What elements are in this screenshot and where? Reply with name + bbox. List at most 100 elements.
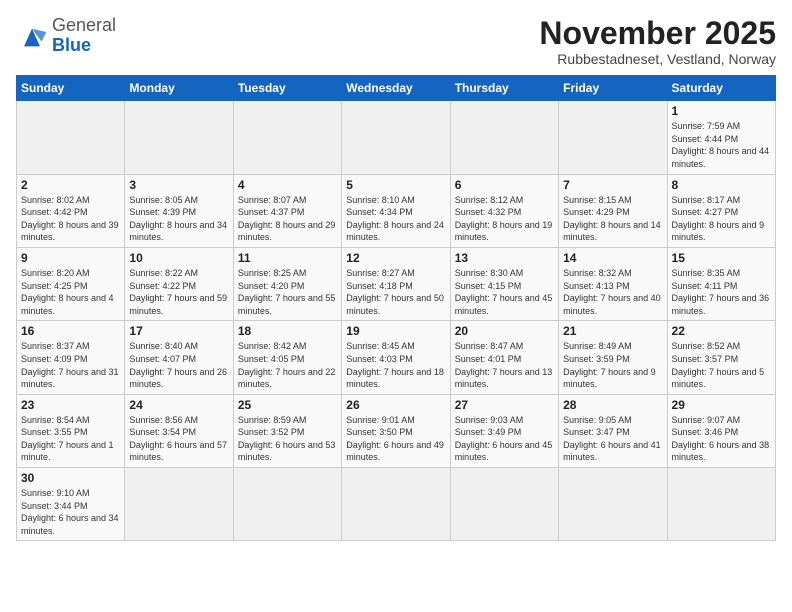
table-row: 21Sunrise: 8:49 AM Sunset: 3:59 PM Dayli… (559, 321, 667, 394)
location: Rubbestadneset, Vestland, Norway (539, 51, 776, 67)
day-info: Sunrise: 9:05 AM Sunset: 3:47 PM Dayligh… (563, 414, 662, 464)
day-info: Sunrise: 8:47 AM Sunset: 4:01 PM Dayligh… (455, 340, 554, 390)
calendar-header-row: Sunday Monday Tuesday Wednesday Thursday… (17, 76, 776, 101)
day-info: Sunrise: 8:56 AM Sunset: 3:54 PM Dayligh… (129, 414, 228, 464)
day-info: Sunrise: 8:25 AM Sunset: 4:20 PM Dayligh… (238, 267, 337, 317)
col-sunday: Sunday (17, 76, 125, 101)
day-number: 27 (455, 398, 554, 412)
day-number: 3 (129, 178, 228, 192)
day-number: 17 (129, 324, 228, 338)
table-row (17, 101, 125, 174)
table-row: 8 Sunrise: 8:17 AM Sunset: 4:27 PM Daylig… (667, 174, 775, 247)
table-row: 20 Sunrise: 8:47 AM Sunset: 4:01 PM Dayli… (450, 321, 558, 394)
day-number: 15 (672, 251, 771, 265)
day-info: Sunrise: 8:45 AM Sunset: 4:03 PM Dayligh… (346, 340, 445, 390)
table-row: 24 Sunrise: 8:56 AM Sunset: 3:54 PM Dayli… (125, 394, 233, 467)
day-number: 16 (21, 324, 120, 338)
generalblue-logo-icon (16, 24, 48, 48)
day-number: 29 (672, 398, 771, 412)
day-info: Sunrise: 8:27 AM Sunset: 4:18 PM Dayligh… (346, 267, 445, 317)
table-row: 11Sunrise: 8:25 AM Sunset: 4:20 PM Dayli… (233, 247, 341, 320)
day-number: 19 (346, 324, 445, 338)
table-row (125, 468, 233, 541)
logo-general: General (52, 15, 116, 35)
day-number: 30 (21, 471, 120, 485)
day-number: 22 (672, 324, 771, 338)
day-info: Sunrise: 8:32 AM Sunset: 4:13 PM Dayligh… (563, 267, 662, 317)
table-row: 12 Sunrise: 8:27 AM Sunset: 4:18 PM Dayli… (342, 247, 450, 320)
day-info: Sunrise: 9:10 AM Sunset: 3:44 PM Dayligh… (21, 487, 120, 537)
day-info: Sunrise: 9:03 AM Sunset: 3:49 PM Dayligh… (455, 414, 554, 464)
table-row (233, 101, 341, 174)
day-info: Sunrise: 8:37 AM Sunset: 4:09 PM Dayligh… (21, 340, 120, 390)
day-number: 21 (563, 324, 662, 338)
table-row: 30 Sunrise: 9:10 AM Sunset: 3:44 PM Dayli… (17, 468, 125, 541)
day-number: 18 (238, 324, 337, 338)
calendar-table: Sunday Monday Tuesday Wednesday Thursday… (16, 75, 776, 541)
day-info: Sunrise: 8:17 AM Sunset: 4:27 PM Dayligh… (672, 194, 771, 244)
title-block: November 2025 Rubbestadneset, Vestland, … (539, 16, 776, 67)
table-row: 18 Sunrise: 8:42 AM Sunset: 4:05 PM Dayli… (233, 321, 341, 394)
day-number: 20 (455, 324, 554, 338)
table-row (667, 468, 775, 541)
table-row: 19 Sunrise: 8:45 AM Sunset: 4:03 PM Dayli… (342, 321, 450, 394)
day-number: 1 (672, 104, 771, 118)
day-info: Sunrise: 7:59 AM Sunset: 4:44 PM Dayligh… (672, 120, 771, 170)
table-row: 4Sunrise: 8:07 AM Sunset: 4:37 PM Daylig… (233, 174, 341, 247)
day-number: 26 (346, 398, 445, 412)
table-row: 15 Sunrise: 8:35 AM Sunset: 4:11 PM Dayli… (667, 247, 775, 320)
table-row: 6Sunrise: 8:12 AM Sunset: 4:32 PM Daylig… (450, 174, 558, 247)
day-number: 25 (238, 398, 337, 412)
day-number: 8 (672, 178, 771, 192)
day-info: Sunrise: 8:40 AM Sunset: 4:07 PM Dayligh… (129, 340, 228, 390)
table-row: 5 Sunrise: 8:10 AM Sunset: 4:34 PM Daylig… (342, 174, 450, 247)
day-number: 24 (129, 398, 228, 412)
table-row: 16 Sunrise: 8:37 AM Sunset: 4:09 PM Dayli… (17, 321, 125, 394)
col-thursday: Thursday (450, 76, 558, 101)
table-row: 3Sunrise: 8:05 AM Sunset: 4:39 PM Daylig… (125, 174, 233, 247)
day-number: 13 (455, 251, 554, 265)
day-info: Sunrise: 8:35 AM Sunset: 4:11 PM Dayligh… (672, 267, 771, 317)
logo-text: General Blue (52, 16, 116, 56)
day-number: 2 (21, 178, 120, 192)
table-row (450, 468, 558, 541)
table-row: 7Sunrise: 8:15 AM Sunset: 4:29 PM Daylig… (559, 174, 667, 247)
table-row: 2Sunrise: 8:02 AM Sunset: 4:42 PM Daylig… (17, 174, 125, 247)
day-number: 9 (21, 251, 120, 265)
table-row (233, 468, 341, 541)
logo: General Blue (16, 16, 116, 56)
table-row: 23Sunrise: 8:54 AM Sunset: 3:55 PM Dayli… (17, 394, 125, 467)
table-row: 29Sunrise: 9:07 AM Sunset: 3:46 PM Dayli… (667, 394, 775, 467)
day-number: 12 (346, 251, 445, 265)
col-tuesday: Tuesday (233, 76, 341, 101)
day-info: Sunrise: 8:59 AM Sunset: 3:52 PM Dayligh… (238, 414, 337, 464)
page-header: General Blue November 2025 Rubbestadnese… (16, 16, 776, 67)
day-info: Sunrise: 8:22 AM Sunset: 4:22 PM Dayligh… (129, 267, 228, 317)
day-number: 14 (563, 251, 662, 265)
month-title: November 2025 (539, 16, 776, 51)
logo-blue: Blue (52, 35, 91, 55)
table-row: 25 Sunrise: 8:59 AM Sunset: 3:52 PM Dayli… (233, 394, 341, 467)
table-row: 28Sunrise: 9:05 AM Sunset: 3:47 PM Dayli… (559, 394, 667, 467)
day-number: 23 (21, 398, 120, 412)
day-info: Sunrise: 9:01 AM Sunset: 3:50 PM Dayligh… (346, 414, 445, 464)
day-info: Sunrise: 8:10 AM Sunset: 4:34 PM Dayligh… (346, 194, 445, 244)
day-number: 10 (129, 251, 228, 265)
table-row: 14 Sunrise: 8:32 AM Sunset: 4:13 PM Dayli… (559, 247, 667, 320)
table-row: 9 Sunrise: 8:20 AM Sunset: 4:25 PM Daylig… (17, 247, 125, 320)
table-row (559, 468, 667, 541)
col-friday: Friday (559, 76, 667, 101)
day-number: 4 (238, 178, 337, 192)
day-info: Sunrise: 8:12 AM Sunset: 4:32 PM Dayligh… (455, 194, 554, 244)
table-row: 22Sunrise: 8:52 AM Sunset: 3:57 PM Dayli… (667, 321, 775, 394)
day-info: Sunrise: 8:30 AM Sunset: 4:15 PM Dayligh… (455, 267, 554, 317)
table-row: 26 Sunrise: 9:01 AM Sunset: 3:50 PM Dayli… (342, 394, 450, 467)
day-number: 5 (346, 178, 445, 192)
day-info: Sunrise: 8:20 AM Sunset: 4:25 PM Dayligh… (21, 267, 120, 317)
table-row: 10 Sunrise: 8:22 AM Sunset: 4:22 PM Dayli… (125, 247, 233, 320)
day-info: Sunrise: 8:15 AM Sunset: 4:29 PM Dayligh… (563, 194, 662, 244)
table-row: 27 Sunrise: 9:03 AM Sunset: 3:49 PM Dayli… (450, 394, 558, 467)
day-info: Sunrise: 8:42 AM Sunset: 4:05 PM Dayligh… (238, 340, 337, 390)
col-monday: Monday (125, 76, 233, 101)
table-row (342, 468, 450, 541)
